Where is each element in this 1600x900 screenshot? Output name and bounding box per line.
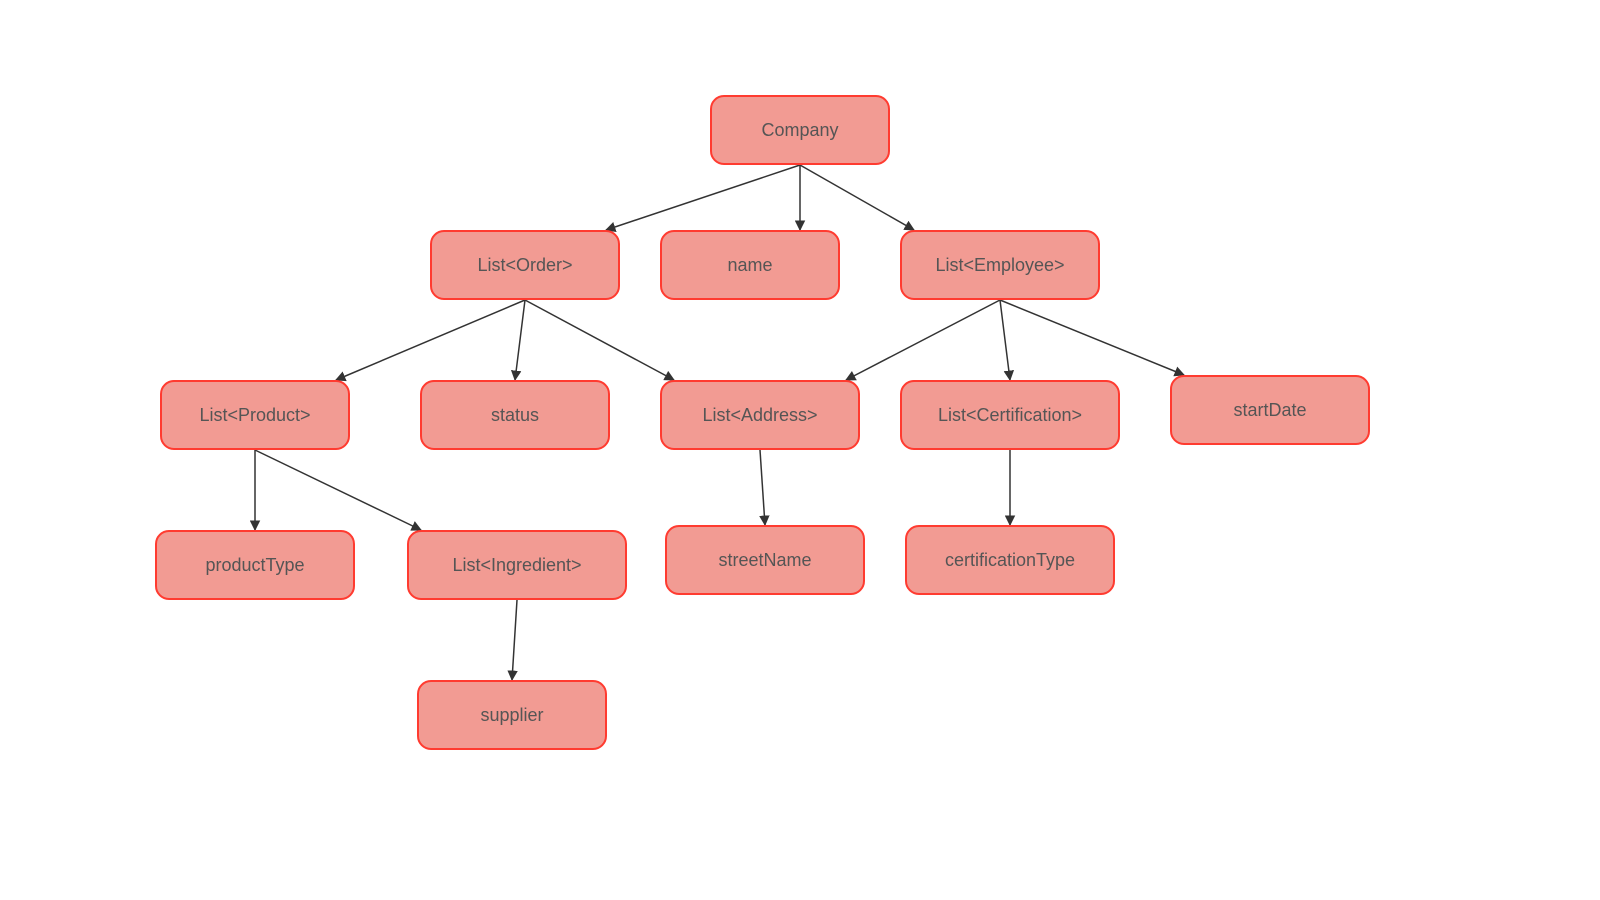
edge-list_order-to-list_product bbox=[336, 300, 525, 380]
node-list-certification: List<Certification> bbox=[900, 380, 1120, 450]
node-company: Company bbox=[710, 95, 890, 165]
node-list-order: List<Order> bbox=[430, 230, 620, 300]
node-label: name bbox=[727, 255, 772, 276]
node-label: Company bbox=[761, 120, 838, 141]
node-product-type: productType bbox=[155, 530, 355, 600]
node-label: List<Certification> bbox=[938, 405, 1082, 426]
node-label: List<Product> bbox=[199, 405, 310, 426]
node-status: status bbox=[420, 380, 610, 450]
node-label: List<Address> bbox=[702, 405, 817, 426]
edge-company-to-list_employee bbox=[800, 165, 914, 230]
edge-list_product-to-list_ingredient bbox=[255, 450, 421, 530]
node-street-name: streetName bbox=[665, 525, 865, 595]
node-name: name bbox=[660, 230, 840, 300]
node-certification-type: certificationType bbox=[905, 525, 1115, 595]
node-label: productType bbox=[205, 555, 304, 576]
node-label: startDate bbox=[1233, 400, 1306, 421]
node-list-product: List<Product> bbox=[160, 380, 350, 450]
edge-list_employee-to-list_address bbox=[846, 300, 1000, 380]
node-label: List<Order> bbox=[477, 255, 572, 276]
node-label: certificationType bbox=[945, 550, 1075, 571]
edge-company-to-list_order bbox=[606, 165, 800, 230]
node-list-employee: List<Employee> bbox=[900, 230, 1100, 300]
edge-list_address-to-street_name bbox=[760, 450, 765, 525]
node-label: List<Ingredient> bbox=[452, 555, 581, 576]
edge-list_order-to-list_address bbox=[525, 300, 674, 380]
node-label: supplier bbox=[480, 705, 543, 726]
edge-list_order-to-status bbox=[515, 300, 525, 380]
node-supplier: supplier bbox=[417, 680, 607, 750]
node-start-date: startDate bbox=[1170, 375, 1370, 445]
edge-list_ingredient-to-supplier bbox=[512, 600, 517, 680]
node-label: status bbox=[491, 405, 539, 426]
edge-list_employee-to-list_certification bbox=[1000, 300, 1010, 380]
node-label: List<Employee> bbox=[935, 255, 1064, 276]
edge-list_employee-to-start_date bbox=[1000, 300, 1184, 375]
node-list-ingredient: List<Ingredient> bbox=[407, 530, 627, 600]
node-label: streetName bbox=[718, 550, 811, 571]
node-list-address: List<Address> bbox=[660, 380, 860, 450]
